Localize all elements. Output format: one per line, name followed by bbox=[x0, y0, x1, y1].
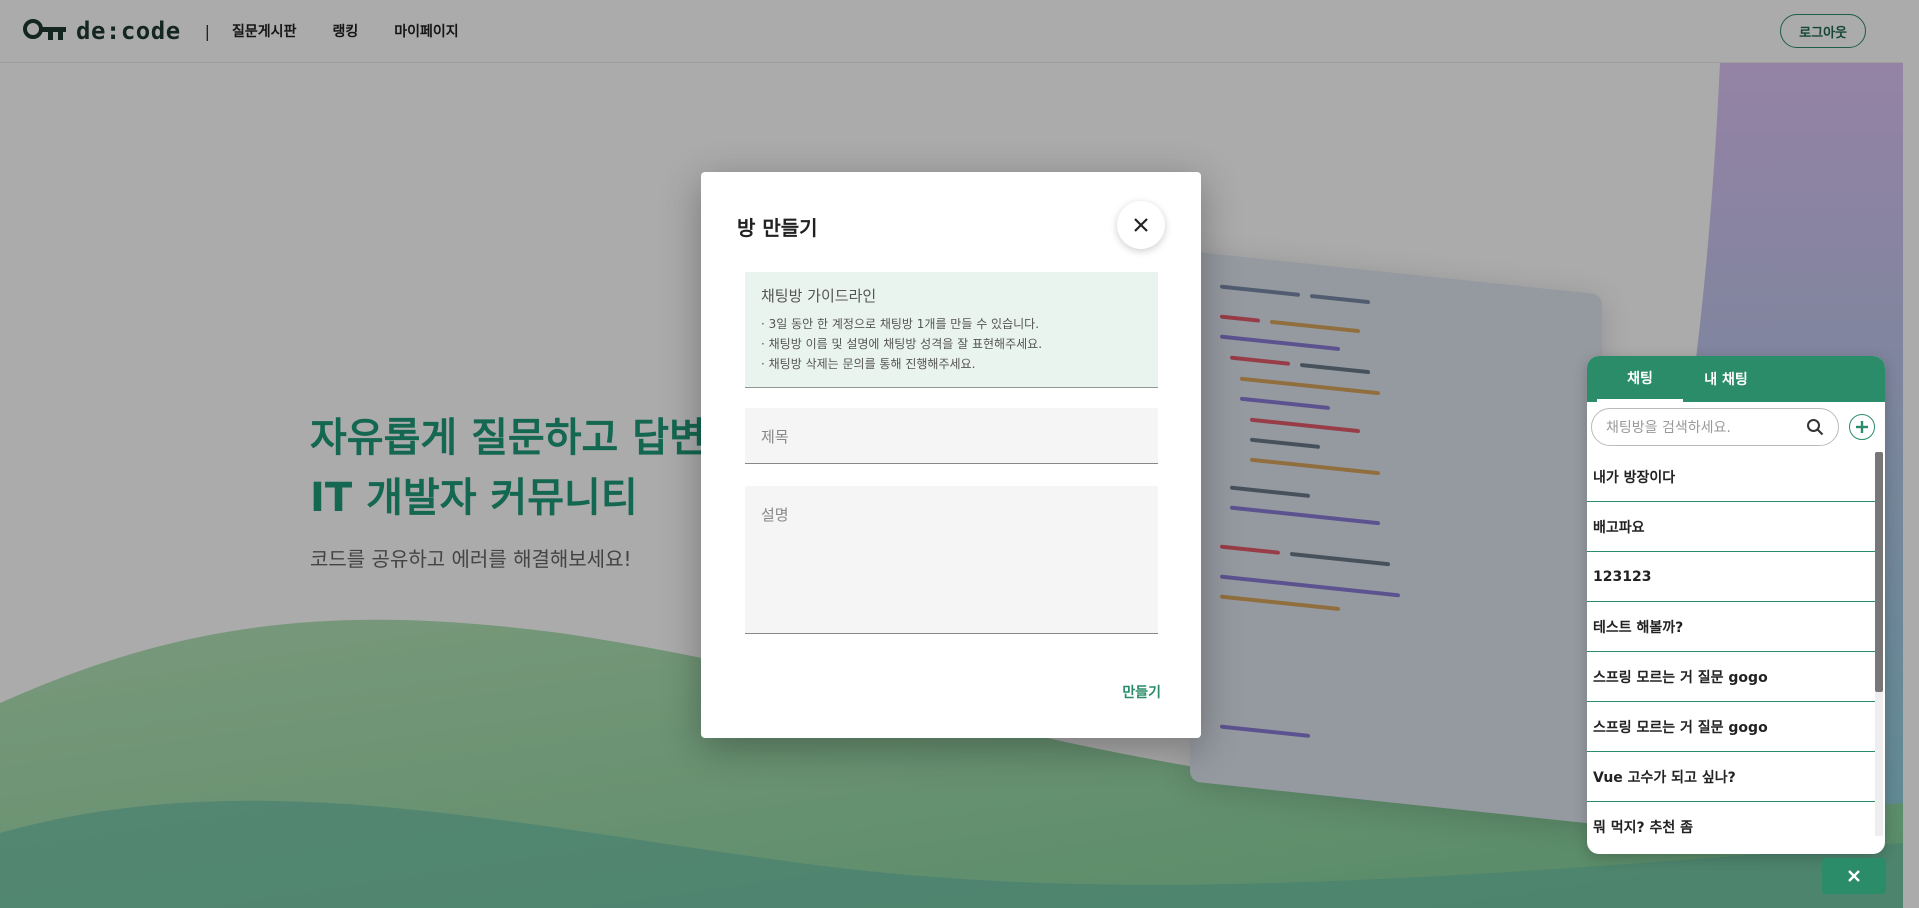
chat-search-placeholder: 채팅방을 검색하세요. bbox=[1606, 420, 1731, 436]
chat-room-item[interactable]: 스프링 모르는 거 질문 gogo bbox=[1587, 652, 1875, 702]
chat-tabs: 채팅 내 채팅 bbox=[1587, 356, 1885, 402]
plus-icon bbox=[1856, 421, 1868, 433]
chat-search-row: 채팅방을 검색하세요. bbox=[1587, 402, 1885, 452]
chat-room-item[interactable]: 배고파요 bbox=[1587, 502, 1875, 552]
add-chat-room-button[interactable] bbox=[1849, 414, 1875, 440]
close-icon bbox=[1134, 218, 1148, 232]
create-room-button[interactable]: 만들기 bbox=[1122, 682, 1161, 702]
tab-my-chat[interactable]: 내 채팅 bbox=[1683, 356, 1769, 402]
tab-chat[interactable]: 채팅 bbox=[1597, 356, 1683, 402]
chat-room-list: 내가 방장이다 배고파요 123123 테스트 해볼까? 스프링 모르는 거 질… bbox=[1587, 452, 1875, 836]
modal-title: 방 만들기 bbox=[737, 216, 818, 240]
create-room-modal: 방 만들기 채팅방 가이드라인 · 3일 동안 한 계정으로 채팅방 1개를 만… bbox=[701, 172, 1201, 738]
chat-room-item[interactable]: 내가 방장이다 bbox=[1587, 452, 1875, 502]
chat-list-scrollbar[interactable] bbox=[1875, 452, 1883, 836]
chat-search-input[interactable]: 채팅방을 검색하세요. bbox=[1591, 408, 1839, 446]
guideline-item: · 채팅방 이름 및 설명에 채팅방 성격을 잘 표현해주세요. bbox=[761, 337, 1043, 351]
chat-room-guideline: 채팅방 가이드라인 · 3일 동안 한 계정으로 채팅방 1개를 만들 수 있습… bbox=[745, 272, 1158, 388]
room-title-input[interactable]: 제목 bbox=[745, 408, 1158, 464]
chat-room-item[interactable]: 스프링 모르는 거 질문 gogo bbox=[1587, 702, 1875, 752]
guideline-title: 채팅방 가이드라인 bbox=[761, 287, 877, 305]
guideline-item: · 채팅방 삭제는 문의를 통해 진행해주세요. bbox=[761, 357, 976, 371]
close-icon bbox=[1848, 870, 1860, 882]
chat-room-item[interactable]: Vue 고수가 되고 싶나? bbox=[1587, 752, 1875, 802]
chat-panel: 채팅 내 채팅 채팅방을 검색하세요. 내가 방장이다 배고파요 123123 … bbox=[1587, 356, 1885, 854]
chat-room-item[interactable]: 테스트 해볼까? bbox=[1587, 602, 1875, 652]
guideline-item: · 3일 동안 한 계정으로 채팅방 1개를 만들 수 있습니다. bbox=[761, 317, 1040, 331]
chat-room-item[interactable]: 123123 bbox=[1587, 552, 1875, 602]
chat-close-button[interactable] bbox=[1822, 858, 1886, 894]
room-description-textarea[interactable]: 설명 bbox=[745, 486, 1158, 634]
scrollbar-thumb[interactable] bbox=[1875, 452, 1883, 692]
description-placeholder: 설명 bbox=[761, 506, 789, 524]
modal-close-button[interactable] bbox=[1117, 201, 1165, 249]
chat-room-item[interactable]: 뭐 먹지? 추천 좀 bbox=[1587, 802, 1875, 836]
title-placeholder: 제목 bbox=[761, 428, 789, 446]
search-icon[interactable] bbox=[1806, 418, 1824, 436]
